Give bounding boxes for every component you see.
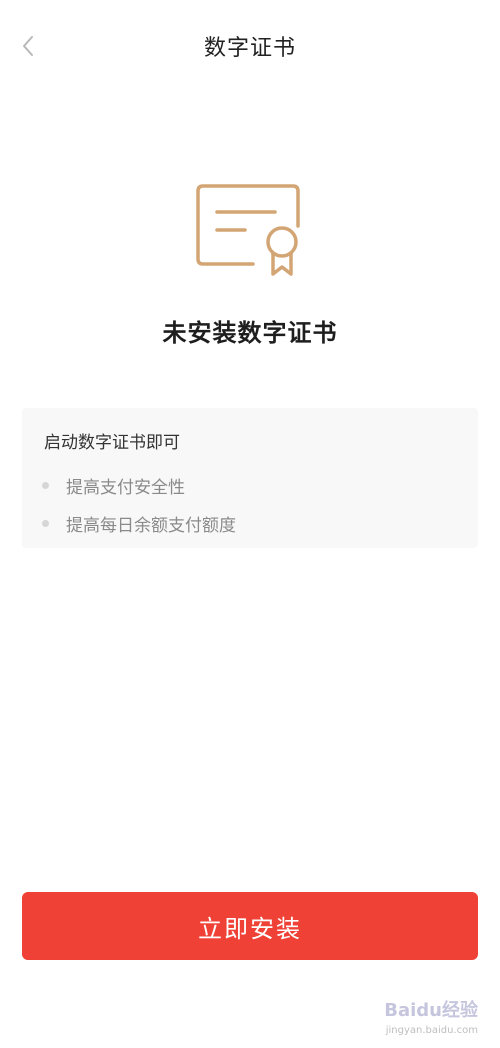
watermark-brand: Baidu经验	[384, 1000, 478, 1021]
bullet-dot-icon	[42, 481, 49, 489]
benefit-text: 提高每日余额支付额度	[66, 515, 236, 536]
watermark-url: jingyan.baidu.com	[385, 1025, 478, 1036]
nav-bar: 数字证书	[0, 0, 500, 96]
benefits-heading: 启动数字证书即可	[44, 433, 180, 453]
certificate-status-title: 未安装数字证书	[162, 319, 338, 347]
digital-certificate-screen: 数字证书 未安装数字证书 启动数字证书即可 提高支付安全性 提高每日余额支付额度…	[0, 0, 500, 1048]
benefits-card: 启动数字证书即可 提高支付安全性 提高每日余额支付额度	[22, 408, 478, 548]
benefit-list: 提高支付安全性 提高每日余额支付额度	[42, 466, 236, 542]
page-title: 数字证书	[203, 36, 296, 61]
watermark: Baidu经验 jingyan.baidu.com	[358, 996, 478, 1036]
list-item: 提高支付安全性	[42, 466, 236, 504]
bullet-dot-icon	[42, 519, 49, 527]
benefit-text: 提高支付安全性	[66, 477, 185, 498]
install-button[interactable]: 立即安装	[22, 892, 478, 960]
list-item: 提高每日余额支付额度	[42, 504, 236, 542]
certificate-icon	[196, 184, 300, 276]
